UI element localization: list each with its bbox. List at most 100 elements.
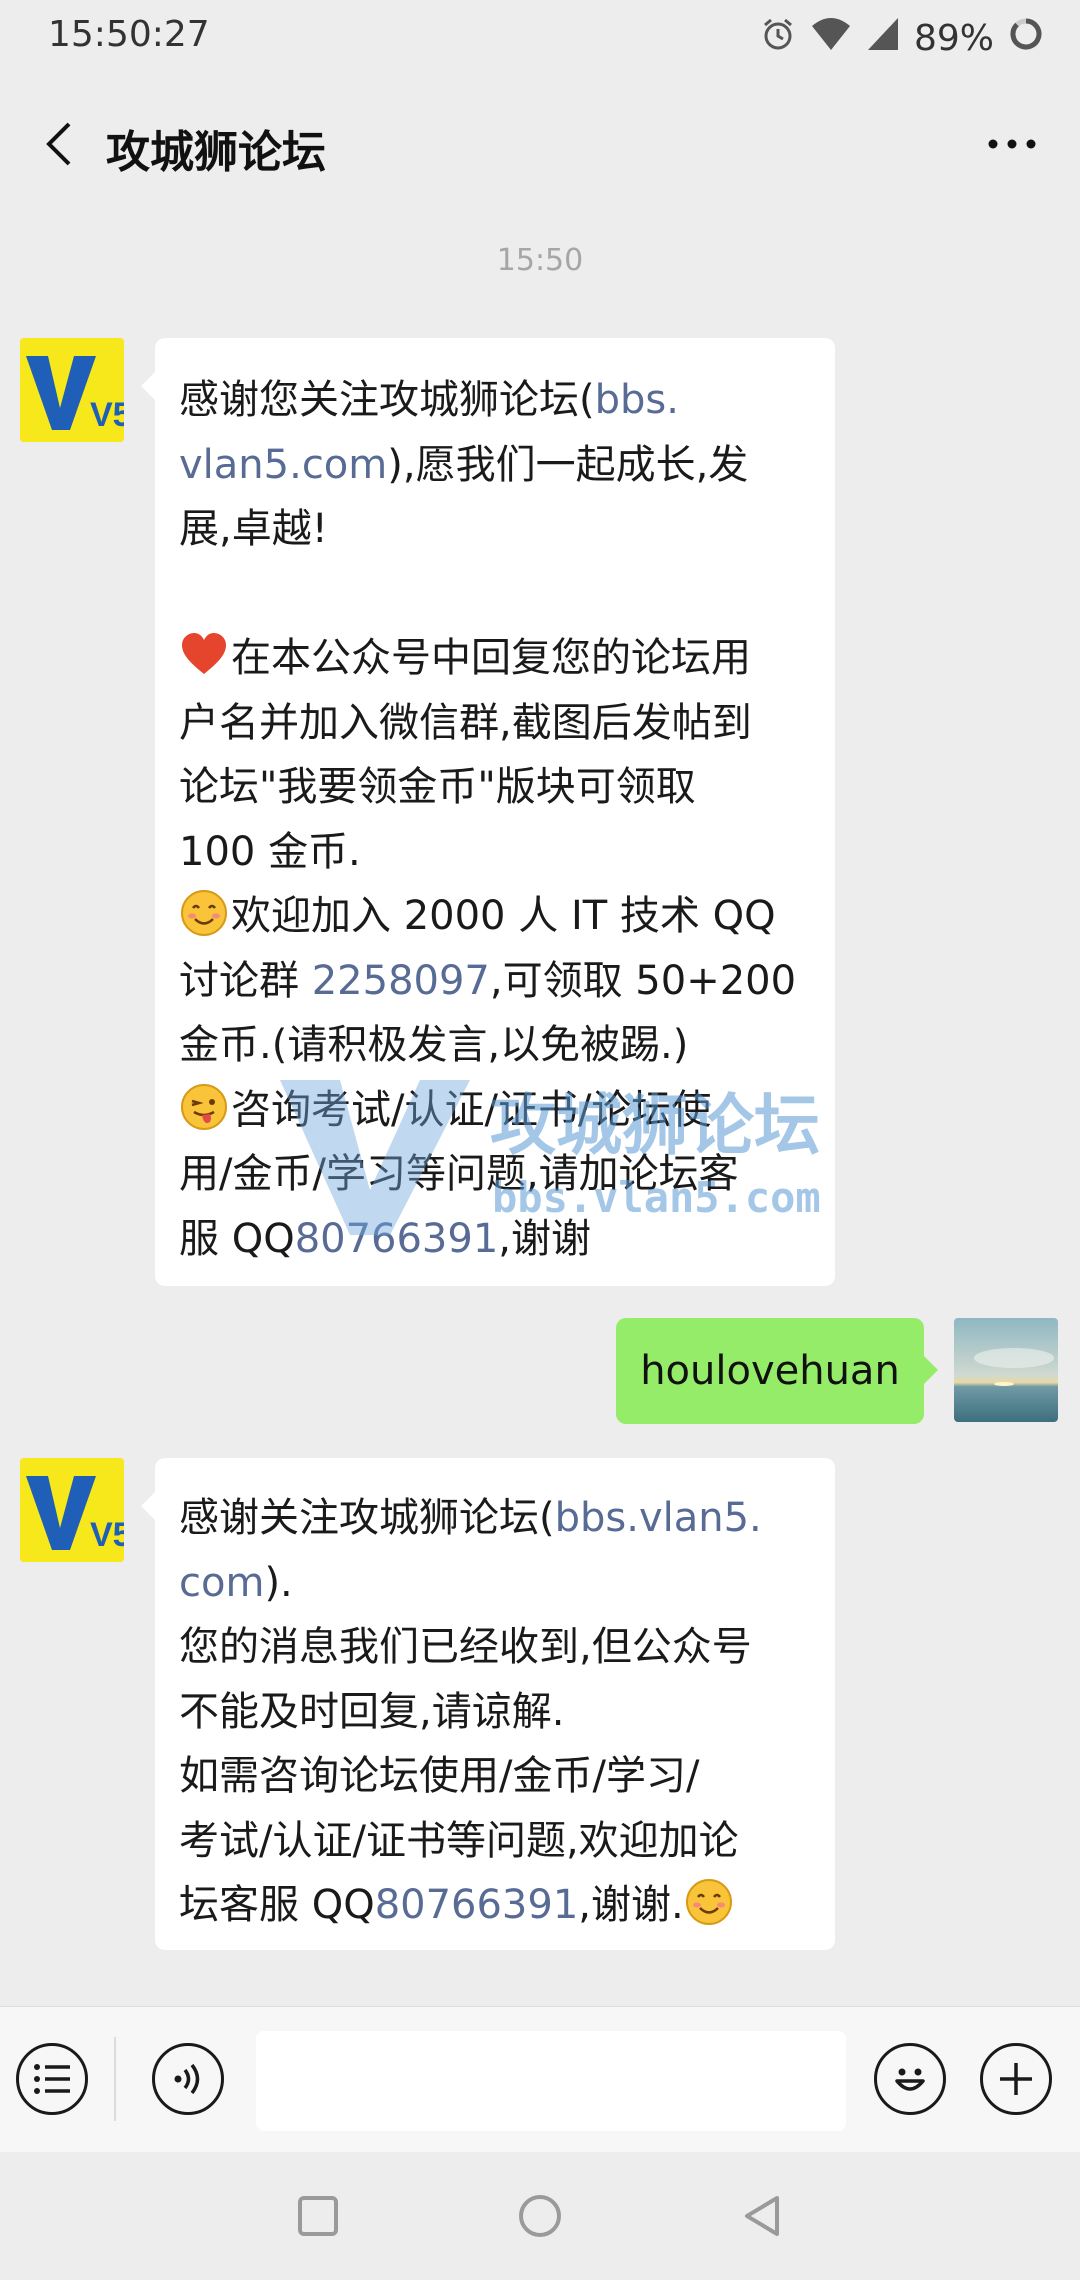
triangle-back-icon — [745, 2196, 779, 2236]
emoji-button[interactable] — [874, 2043, 946, 2115]
plus-icon — [1000, 2063, 1032, 2095]
status-bar: 15:50:27 89% — [0, 0, 1080, 80]
message-line: 展,卓越! — [179, 497, 811, 562]
message-line: 感谢您关注攻城狮论坛(bbs. — [179, 368, 811, 433]
message-text-segment: 考试/认证/证书等问题,欢迎加论 — [179, 1817, 739, 1864]
message-line: 您的消息我们已经收到,但公众号 — [179, 1615, 811, 1680]
message-line: 感谢关注攻城狮论坛(bbs.vlan5. — [179, 1486, 811, 1551]
message-text-segment: 欢迎加入 2000 人 IT 技术 QQ — [231, 893, 776, 939]
message-line: 考试/认证/证书等问题,欢迎加论 — [179, 1809, 811, 1874]
message-line: 在本公众号中回复您的论坛用 — [179, 626, 811, 691]
message-text-segment: 咨询考试/认证/证书/论坛使 — [231, 1086, 712, 1133]
message-text-segment: ,可领取 50+200 — [489, 957, 797, 1004]
message-text-segment: ,谢谢. — [578, 1882, 684, 1928]
message-text-segment: 服 QQ — [179, 1215, 295, 1262]
avatar-logo-text: V5 — [90, 396, 124, 434]
message-link[interactable]: vlan5.com — [179, 442, 387, 488]
chat-timestamp: 15:50 — [496, 243, 584, 278]
message-line: 用/金币/学习等问题,请加论坛客 — [179, 1142, 811, 1207]
chevron-left-icon — [46, 122, 71, 166]
message-bubble-received[interactable]: 感谢关注攻城狮论坛(bbs.vlan5. com). 您的消息我们已经收到,但公众号… — [141, 1458, 835, 1950]
battery-percent: 89% — [913, 17, 994, 59]
message-bubble-sent[interactable]: houlovehuan — [616, 1318, 938, 1424]
message-link[interactable]: 80766391 — [295, 1216, 499, 1262]
recents-button[interactable] — [284, 2182, 352, 2250]
message-text-segment: 户名并加入微信群,截图后发帖到 — [179, 699, 752, 746]
voice-button[interactable] — [152, 2043, 224, 2115]
message-link[interactable]: 2258097 — [312, 958, 490, 1004]
circle-home-icon — [519, 2195, 561, 2237]
message-text-segment: ,谢谢 — [498, 1215, 591, 1262]
voice-icon — [174, 2063, 200, 2095]
system-nav-bar — [0, 2152, 1080, 2280]
message-line: 坛客服 QQ80766391,谢谢. — [179, 1873, 811, 1938]
battery-icon — [1008, 16, 1044, 61]
message-line: 户名并加入微信群,截图后发帖到 — [179, 691, 811, 756]
input-divider — [114, 2037, 116, 2121]
message-text: 感谢关注攻城狮论坛(bbs.vlan5. com). 您的消息我们已经收到,但公众号… — [179, 1486, 811, 1938]
message-text-segment: 讨论群 — [179, 957, 312, 1004]
wink-tongue-emoji — [179, 1082, 229, 1132]
message-line: 服 QQ80766391,谢谢 — [179, 1207, 811, 1272]
list-menu-icon — [34, 2064, 70, 2094]
message-line: 金币.(请积极发言,以免被踢.) — [179, 1013, 811, 1078]
message-line: 100 金币. — [179, 820, 811, 885]
message-line: 论坛"我要领金币"版块可领取 — [179, 755, 811, 820]
message-text-segment: ). — [264, 1559, 293, 1606]
message-link[interactable]: bbs. — [595, 377, 679, 423]
status-time: 15:50:27 — [48, 14, 210, 55]
message-text-segment: 100 金币. — [179, 828, 361, 875]
message-text-segment: 您的消息我们已经收到,但公众号 — [179, 1624, 752, 1670]
message-link[interactable]: com — [179, 1560, 264, 1606]
message-line: com). — [179, 1551, 811, 1616]
message-line: 讨论群 2258097,可领取 50+200 — [179, 949, 811, 1014]
message-text-segment: 感谢您关注攻城狮论坛( — [179, 377, 595, 423]
message-line: 不能及时回复,请谅解. — [179, 1680, 811, 1745]
message-text-segment: 如需咨询论坛使用/金币/学习/ — [179, 1753, 700, 1799]
message-text: 感谢您关注攻城狮论坛(bbs. vlan5.com),愿我们一起成长,发 展,卓越!… — [179, 368, 811, 1271]
input-bar — [0, 2006, 1080, 2153]
heart-emoji — [179, 630, 229, 680]
home-button[interactable] — [506, 2182, 574, 2250]
plus-button[interactable] — [980, 2043, 1052, 2115]
back-button[interactable] — [28, 114, 88, 174]
message-text-segment: ),愿我们一起成长,发 — [387, 441, 749, 488]
message-text-segment: 不能及时回复,请谅解. — [179, 1688, 565, 1735]
title-bar: 攻城狮论坛 — [0, 80, 1080, 208]
account-avatar[interactable]: V5 — [20, 1458, 124, 1562]
bubble-arrow — [924, 1356, 938, 1384]
message-text-segment: 展,卓越! — [179, 506, 328, 552]
message-text-segment: 论坛"我要领金币"版块可领取 — [179, 764, 696, 810]
square-recents-icon — [298, 2196, 338, 2236]
message-text-segment: 金币.(请积极发言,以免被踢.) — [179, 1022, 689, 1068]
message-line — [179, 562, 811, 627]
alarm-icon — [760, 16, 796, 61]
message-bubble-received[interactable]: 感谢您关注攻城狮论坛(bbs. vlan5.com),愿我们一起成长,发 展,卓越!… — [141, 338, 835, 1286]
sent-message-text: houlovehuan — [640, 1348, 900, 1394]
smile-emoji — [684, 1877, 734, 1927]
more-dots-icon — [988, 139, 1036, 149]
more-button[interactable] — [976, 114, 1048, 174]
wifi-icon — [810, 16, 852, 61]
message-input[interactable] — [256, 2031, 846, 2131]
message-link[interactable]: bbs.vlan5. — [555, 1495, 762, 1541]
page-title: 攻城狮论坛 — [106, 127, 326, 178]
message-line: 咨询考试/认证/证书/论坛使 — [179, 1078, 811, 1143]
message-text-segment: 感谢关注攻城狮论坛( — [179, 1495, 555, 1541]
message-text-segment: 在本公众号中回复您的论坛用 — [231, 635, 751, 681]
avatar-logo-text: V5 — [90, 1516, 124, 1554]
menu-button[interactable] — [16, 2043, 88, 2115]
bubble-arrow — [141, 372, 155, 400]
message-line: 欢迎加入 2000 人 IT 技术 QQ — [179, 884, 811, 949]
bubble-arrow — [141, 1492, 155, 1520]
message-text-segment: 用/金币/学习等问题,请加论坛客 — [179, 1151, 739, 1197]
message-link[interactable]: 80766391 — [375, 1882, 579, 1928]
message-text-segment: 坛客服 QQ — [179, 1882, 375, 1928]
emoji-icon — [895, 2068, 925, 2091]
message-line: vlan5.com),愿我们一起成长,发 — [179, 433, 811, 498]
user-avatar[interactable] — [954, 1318, 1058, 1422]
account-avatar[interactable]: V5 — [20, 338, 124, 442]
signal-icon — [866, 16, 900, 61]
nav-back-button[interactable] — [728, 2182, 796, 2250]
message-line: 如需咨询论坛使用/金币/学习/ — [179, 1744, 811, 1809]
